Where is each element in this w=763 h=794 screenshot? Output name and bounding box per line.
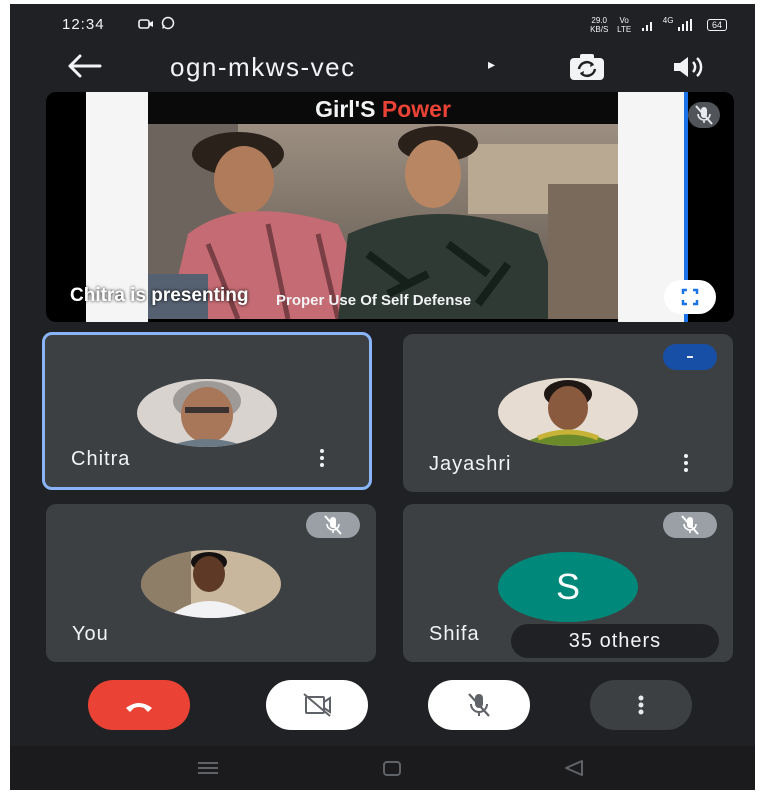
presentation-mute-badge [688,102,720,128]
participant-name: Chitra [71,448,131,470]
volte-indicator: Vo LTE [617,16,631,34]
volte-bottom: LTE [617,25,632,34]
battery-indicator: 64 [706,19,727,31]
meeting-top-bar: ogn-mkws-vec ▸ [10,42,755,90]
others-count-button[interactable]: 35 others [511,624,719,658]
participant-name: You [72,623,109,645]
participant-tile-jayashri[interactable]: Jayashri [403,334,733,492]
camera-off-icon [303,693,331,717]
fullscreen-button[interactable] [664,280,716,314]
back-arrow-icon[interactable] [64,50,104,82]
home-icon[interactable] [372,753,412,783]
signal-icon [641,22,652,31]
letter-avatar: S [498,552,638,622]
notification-icon [138,19,153,29]
avatar [498,378,638,446]
presentation-tile[interactable]: Girl'S Power Proper Use Of Self Defense … [46,92,734,322]
mic-off-icon [695,105,713,125]
participant-name: Jayashri [429,453,512,475]
presenting-label: Chitra is presenting [70,285,249,306]
status-right-icons: 29.0 KB/S Vo LTE 4G 64 [590,16,727,34]
more-options-icon[interactable] [681,454,691,476]
end-call-button[interactable] [88,680,190,730]
fullscreen-icon [681,288,699,306]
speaking-indicator [663,344,717,370]
status-bar: 12:34 29.0 KB/S Vo LTE 4G 64 [10,4,755,42]
avatar [141,550,281,618]
mic-off-icon [468,693,490,717]
more-options-icon[interactable] [317,449,327,471]
avatar [137,379,277,447]
mic-off-icon [324,515,342,535]
meet-screen: 12:34 29.0 KB/S Vo LTE 4G 64 ogn-mkws-vec … [10,4,755,790]
more-options-button[interactable] [590,680,692,730]
status-left-icons [138,16,175,33]
volte-top: Vo [619,16,629,25]
mic-off-icon [681,515,699,535]
participant-name: Shifa [429,623,480,645]
microphone-toggle-button[interactable] [428,680,530,730]
header-part-1: Girl'S [315,96,376,122]
signal-strength-icon [678,19,693,31]
more-vert-icon [638,695,644,715]
meeting-details-caret-icon[interactable]: ▸ [488,56,495,73]
network-speed: 29.0 KB/S [590,16,608,34]
header-part-2: Power [381,96,451,122]
status-time: 12:34 [62,16,105,33]
meeting-code[interactable]: ogn-mkws-vec [170,52,356,83]
speed-unit: KB/S [590,25,609,34]
avatar-photo [137,379,277,447]
switch-camera-icon[interactable] [566,52,608,82]
speaker-icon[interactable] [670,53,706,81]
system-navigation-bar [10,746,755,790]
whatsapp-icon [162,16,175,30]
network-type: 4G [662,16,674,25]
camera-toggle-button[interactable] [266,680,368,730]
hang-up-icon [126,703,152,712]
mute-badge [663,512,717,538]
participant-tile-chitra[interactable]: Chitra [42,332,372,490]
back-triangle-icon[interactable] [554,753,594,783]
recents-icon[interactable] [188,753,228,783]
presentation-subtitle: Proper Use Of Self Defense [276,292,472,309]
presentation-header: Girl'S Power [148,92,618,124]
call-controls [10,676,755,736]
participant-tile-shifa[interactable]: S Shifa 35 others [403,504,733,662]
speed-value: 29.0 [591,16,607,25]
mute-badge [306,512,360,538]
avatar-photo [498,378,638,446]
participant-tile-you[interactable]: You [46,504,376,662]
avatar-photo [141,550,281,618]
